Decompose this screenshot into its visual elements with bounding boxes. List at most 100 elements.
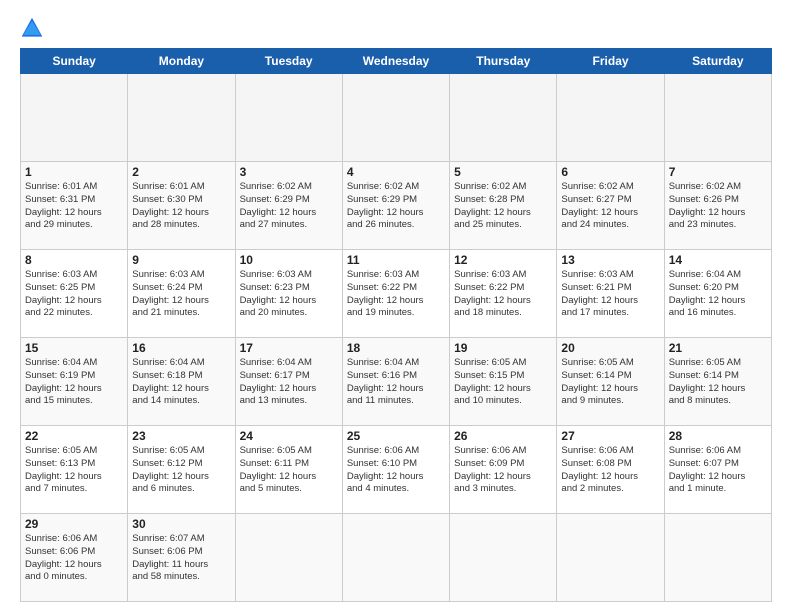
day-detail: Sunset: 6:19 PM	[25, 370, 123, 383]
day-detail: and 21 minutes.	[132, 307, 230, 320]
calendar-cell: 17Sunrise: 6:04 AMSunset: 6:17 PMDayligh…	[235, 338, 342, 426]
day-detail: Daylight: 12 hours	[347, 383, 445, 396]
day-detail: Sunset: 6:15 PM	[454, 370, 552, 383]
day-detail: Sunrise: 6:02 AM	[669, 181, 767, 194]
day-detail: Daylight: 12 hours	[669, 207, 767, 220]
day-number: 11	[347, 253, 445, 267]
day-detail: Daylight: 12 hours	[25, 207, 123, 220]
day-detail: Daylight: 12 hours	[240, 471, 338, 484]
calendar-cell: 11Sunrise: 6:03 AMSunset: 6:22 PMDayligh…	[342, 250, 449, 338]
day-detail: Sunset: 6:27 PM	[561, 194, 659, 207]
day-detail: Daylight: 12 hours	[132, 207, 230, 220]
day-number: 21	[669, 341, 767, 355]
calendar-cell: 12Sunrise: 6:03 AMSunset: 6:22 PMDayligh…	[450, 250, 557, 338]
day-detail: and 29 minutes.	[25, 219, 123, 232]
day-detail: Sunrise: 6:05 AM	[454, 357, 552, 370]
day-detail: Sunset: 6:11 PM	[240, 458, 338, 471]
day-detail: and 3 minutes.	[454, 483, 552, 496]
day-detail: Sunset: 6:18 PM	[132, 370, 230, 383]
calendar-cell: 6Sunrise: 6:02 AMSunset: 6:27 PMDaylight…	[557, 162, 664, 250]
day-detail: Daylight: 12 hours	[240, 295, 338, 308]
day-detail: Daylight: 12 hours	[561, 383, 659, 396]
header-saturday: Saturday	[664, 49, 771, 74]
day-detail: Daylight: 12 hours	[347, 471, 445, 484]
day-detail: and 1 minute.	[669, 483, 767, 496]
calendar-cell	[450, 514, 557, 602]
logo	[20, 16, 48, 40]
calendar-week-6: 29Sunrise: 6:06 AMSunset: 6:06 PMDayligh…	[21, 514, 772, 602]
day-detail: Sunset: 6:24 PM	[132, 282, 230, 295]
day-detail: Daylight: 12 hours	[669, 295, 767, 308]
day-detail: Sunrise: 6:05 AM	[561, 357, 659, 370]
calendar-cell: 8Sunrise: 6:03 AMSunset: 6:25 PMDaylight…	[21, 250, 128, 338]
day-detail: Sunset: 6:30 PM	[132, 194, 230, 207]
header-sunday: Sunday	[21, 49, 128, 74]
day-detail: Sunset: 6:16 PM	[347, 370, 445, 383]
day-detail: Sunset: 6:25 PM	[25, 282, 123, 295]
day-detail: Sunset: 6:07 PM	[669, 458, 767, 471]
day-detail: Sunrise: 6:02 AM	[347, 181, 445, 194]
day-detail: and 6 minutes.	[132, 483, 230, 496]
day-number: 26	[454, 429, 552, 443]
day-detail: Sunset: 6:14 PM	[561, 370, 659, 383]
day-detail: Daylight: 12 hours	[669, 383, 767, 396]
day-detail: Sunrise: 6:05 AM	[240, 445, 338, 458]
day-detail: Daylight: 12 hours	[454, 295, 552, 308]
day-detail: Sunrise: 6:06 AM	[669, 445, 767, 458]
day-detail: Daylight: 12 hours	[561, 207, 659, 220]
day-detail: Daylight: 12 hours	[25, 559, 123, 572]
calendar-cell	[235, 74, 342, 162]
calendar-cell: 9Sunrise: 6:03 AMSunset: 6:24 PMDaylight…	[128, 250, 235, 338]
calendar-cell: 29Sunrise: 6:06 AMSunset: 6:06 PMDayligh…	[21, 514, 128, 602]
day-detail: Sunrise: 6:05 AM	[25, 445, 123, 458]
day-detail: and 2 minutes.	[561, 483, 659, 496]
day-detail: Sunset: 6:09 PM	[454, 458, 552, 471]
day-detail: and 58 minutes.	[132, 571, 230, 584]
calendar-week-4: 15Sunrise: 6:04 AMSunset: 6:19 PMDayligh…	[21, 338, 772, 426]
day-detail: Sunrise: 6:02 AM	[561, 181, 659, 194]
day-number: 17	[240, 341, 338, 355]
day-detail: Sunset: 6:06 PM	[132, 546, 230, 559]
day-detail: Daylight: 12 hours	[132, 383, 230, 396]
logo-icon	[20, 16, 44, 40]
day-detail: Sunrise: 6:02 AM	[240, 181, 338, 194]
day-detail: and 18 minutes.	[454, 307, 552, 320]
day-detail: and 0 minutes.	[25, 571, 123, 584]
day-detail: Sunrise: 6:06 AM	[454, 445, 552, 458]
day-number: 18	[347, 341, 445, 355]
calendar-cell: 25Sunrise: 6:06 AMSunset: 6:10 PMDayligh…	[342, 426, 449, 514]
day-number: 30	[132, 517, 230, 531]
day-detail: Daylight: 12 hours	[25, 295, 123, 308]
day-number: 23	[132, 429, 230, 443]
day-number: 14	[669, 253, 767, 267]
day-number: 7	[669, 165, 767, 179]
day-detail: Daylight: 12 hours	[132, 295, 230, 308]
day-detail: and 15 minutes.	[25, 395, 123, 408]
calendar-cell: 18Sunrise: 6:04 AMSunset: 6:16 PMDayligh…	[342, 338, 449, 426]
day-detail: Sunset: 6:23 PM	[240, 282, 338, 295]
day-number: 22	[25, 429, 123, 443]
day-detail: Daylight: 12 hours	[25, 471, 123, 484]
day-number: 1	[25, 165, 123, 179]
day-number: 19	[454, 341, 552, 355]
day-number: 29	[25, 517, 123, 531]
calendar-table: Sunday Monday Tuesday Wednesday Thursday…	[20, 48, 772, 602]
day-number: 24	[240, 429, 338, 443]
day-detail: Sunset: 6:21 PM	[561, 282, 659, 295]
calendar-cell: 13Sunrise: 6:03 AMSunset: 6:21 PMDayligh…	[557, 250, 664, 338]
day-detail: and 9 minutes.	[561, 395, 659, 408]
calendar-cell	[342, 74, 449, 162]
day-detail: and 17 minutes.	[561, 307, 659, 320]
day-detail: and 23 minutes.	[669, 219, 767, 232]
day-detail: and 20 minutes.	[240, 307, 338, 320]
calendar-cell	[342, 514, 449, 602]
day-detail: Sunrise: 6:02 AM	[454, 181, 552, 194]
day-detail: Sunrise: 6:05 AM	[132, 445, 230, 458]
day-detail: and 14 minutes.	[132, 395, 230, 408]
day-detail: and 25 minutes.	[454, 219, 552, 232]
calendar-cell: 19Sunrise: 6:05 AMSunset: 6:15 PMDayligh…	[450, 338, 557, 426]
calendar-week-2: 1Sunrise: 6:01 AMSunset: 6:31 PMDaylight…	[21, 162, 772, 250]
day-number: 28	[669, 429, 767, 443]
day-detail: and 7 minutes.	[25, 483, 123, 496]
header-monday: Monday	[128, 49, 235, 74]
